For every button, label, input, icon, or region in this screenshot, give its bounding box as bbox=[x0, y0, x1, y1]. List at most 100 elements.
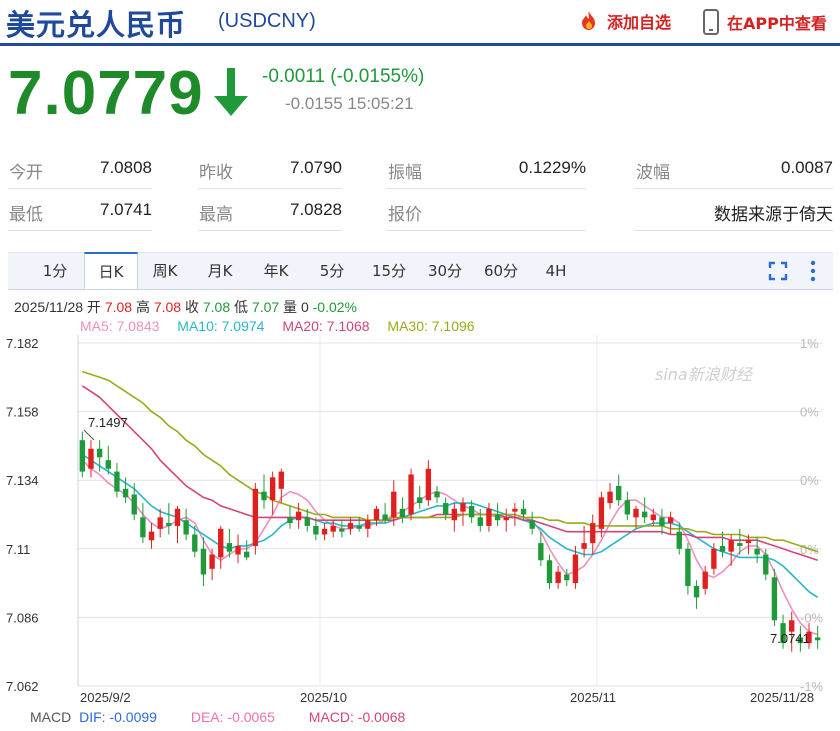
candle-body bbox=[814, 637, 821, 641]
tab-monthly-k[interactable]: 月K bbox=[195, 253, 245, 289]
candle-body bbox=[667, 517, 674, 524]
stat-divider bbox=[198, 230, 342, 231]
candle-body bbox=[546, 560, 553, 584]
min-price-label: 7.0741 bbox=[770, 631, 810, 646]
tab-60min[interactable]: 60分 bbox=[474, 253, 528, 289]
candle-body bbox=[693, 585, 700, 598]
info-pct: -0.02% bbox=[312, 299, 357, 315]
x-tick-label: 2025/11 bbox=[570, 690, 616, 705]
candle-body bbox=[122, 488, 129, 498]
add-favorite-button[interactable]: 添加自选 bbox=[577, 9, 671, 33]
right-tick-label: 0% bbox=[800, 473, 819, 488]
candle-body bbox=[252, 488, 259, 546]
candle-body bbox=[451, 508, 458, 521]
candle-body bbox=[581, 543, 587, 549]
max-price-label: 7.1497 bbox=[88, 415, 128, 430]
stat-label-quote: 报价 bbox=[388, 205, 422, 225]
symbol-code: (USDCNY) bbox=[218, 10, 316, 32]
tab-5min[interactable]: 5分 bbox=[307, 253, 357, 289]
right-tick-label: -0% bbox=[800, 610, 824, 625]
candle-body bbox=[494, 514, 501, 521]
candle-body bbox=[218, 528, 224, 558]
candle-body bbox=[590, 523, 596, 544]
candle-body bbox=[96, 448, 103, 458]
candle-body bbox=[235, 545, 241, 555]
tab-yearly-k[interactable]: 年K bbox=[251, 253, 301, 289]
info-open-label: 开 bbox=[86, 299, 101, 315]
candle-body bbox=[200, 548, 207, 575]
candlestick-chart[interactable]: 7.182 1%7.158 0%7.134 0%7.11 0%7.086 -0%7.062… bbox=[0, 330, 840, 708]
stat-value-open: 7.0808 bbox=[100, 158, 152, 177]
candle-body bbox=[598, 497, 605, 529]
info-vol: 0 bbox=[300, 299, 309, 315]
info-close-label: 收 bbox=[184, 299, 199, 315]
y-tick-label: 7.158 bbox=[6, 405, 39, 420]
candle-body bbox=[659, 517, 665, 526]
candle-body bbox=[313, 525, 319, 535]
x-tick-label: 2025/11/28 bbox=[750, 690, 814, 705]
stat-value-amplitude: 0.1229% bbox=[518, 158, 586, 177]
candle-body bbox=[114, 471, 120, 492]
candle-body bbox=[789, 620, 795, 632]
tab-15min[interactable]: 15分 bbox=[362, 253, 416, 289]
x-tick-label: 2025/10 bbox=[300, 690, 347, 705]
stat-divider bbox=[634, 188, 833, 189]
candle-body bbox=[520, 508, 527, 515]
page-title: 美元兑人民币 bbox=[6, 8, 187, 42]
fire-icon bbox=[582, 11, 595, 30]
x-tick-label: 2025/9/2 bbox=[80, 690, 131, 705]
info-low-label: 低 bbox=[234, 299, 249, 315]
candle-body bbox=[183, 520, 189, 535]
view-in-app-button[interactable]: 在APP中查看 bbox=[703, 9, 827, 35]
more-vertical-icon[interactable] bbox=[808, 259, 818, 283]
candle-body bbox=[373, 508, 380, 521]
phone-icon bbox=[703, 9, 719, 35]
candle-body bbox=[650, 514, 656, 521]
candle-body bbox=[105, 460, 111, 469]
fullscreen-icon[interactable] bbox=[768, 261, 788, 281]
candle-body bbox=[278, 471, 284, 489]
candle-body bbox=[633, 508, 639, 518]
candle-body bbox=[382, 514, 388, 521]
candle-body bbox=[737, 543, 743, 546]
candle-body bbox=[330, 525, 336, 532]
right-tick-label: 0% bbox=[800, 405, 819, 420]
candle-body bbox=[616, 485, 622, 501]
info-high-label: 高 bbox=[135, 299, 150, 315]
stat-divider bbox=[8, 230, 152, 231]
info-open: 7.08 bbox=[104, 299, 133, 315]
candle-body bbox=[486, 508, 492, 526]
candle-body bbox=[356, 525, 362, 529]
candle-body bbox=[529, 520, 535, 529]
add-favorite-label: 添加自选 bbox=[607, 13, 672, 32]
candle-body bbox=[728, 540, 734, 552]
y-tick-label: 7.134 bbox=[6, 473, 39, 488]
candle-body bbox=[287, 517, 293, 524]
tab-30min[interactable]: 30分 bbox=[418, 253, 472, 289]
stat-value-low: 7.0741 bbox=[100, 200, 152, 219]
stat-value-prev-close: 7.0790 bbox=[290, 158, 342, 177]
candle-body bbox=[624, 500, 631, 515]
candle-body bbox=[442, 503, 449, 515]
candle-body bbox=[269, 477, 276, 501]
tab-weekly-k[interactable]: 周K bbox=[140, 253, 190, 289]
ma-line-ma30 bbox=[82, 370, 818, 553]
candle-body bbox=[347, 523, 354, 529]
tab-daily-k[interactable]: 日K bbox=[84, 252, 138, 289]
tab-1min[interactable]: 1分 bbox=[30, 253, 80, 289]
stat-divider bbox=[8, 188, 152, 189]
candle-body bbox=[425, 468, 432, 501]
tab-4h[interactable]: 4H bbox=[531, 253, 581, 289]
arrow-down-icon bbox=[214, 68, 248, 116]
candle-body bbox=[417, 497, 423, 504]
candle-body bbox=[719, 545, 726, 552]
candle-body bbox=[131, 494, 137, 515]
info-high: 7.08 bbox=[153, 299, 182, 315]
candle-body bbox=[140, 517, 146, 538]
candle-body bbox=[166, 523, 172, 526]
macd-legend: MACD DIF: -0.0099 DEA: -0.0065 MACD: -0.… bbox=[30, 709, 405, 725]
y-tick-label: 7.086 bbox=[6, 610, 39, 625]
price-sub-info: -0.0155 15:05:21 bbox=[285, 94, 414, 114]
view-in-app-label: 在APP中查看 bbox=[727, 14, 827, 33]
quote-time: 15:05:21 bbox=[347, 94, 414, 113]
